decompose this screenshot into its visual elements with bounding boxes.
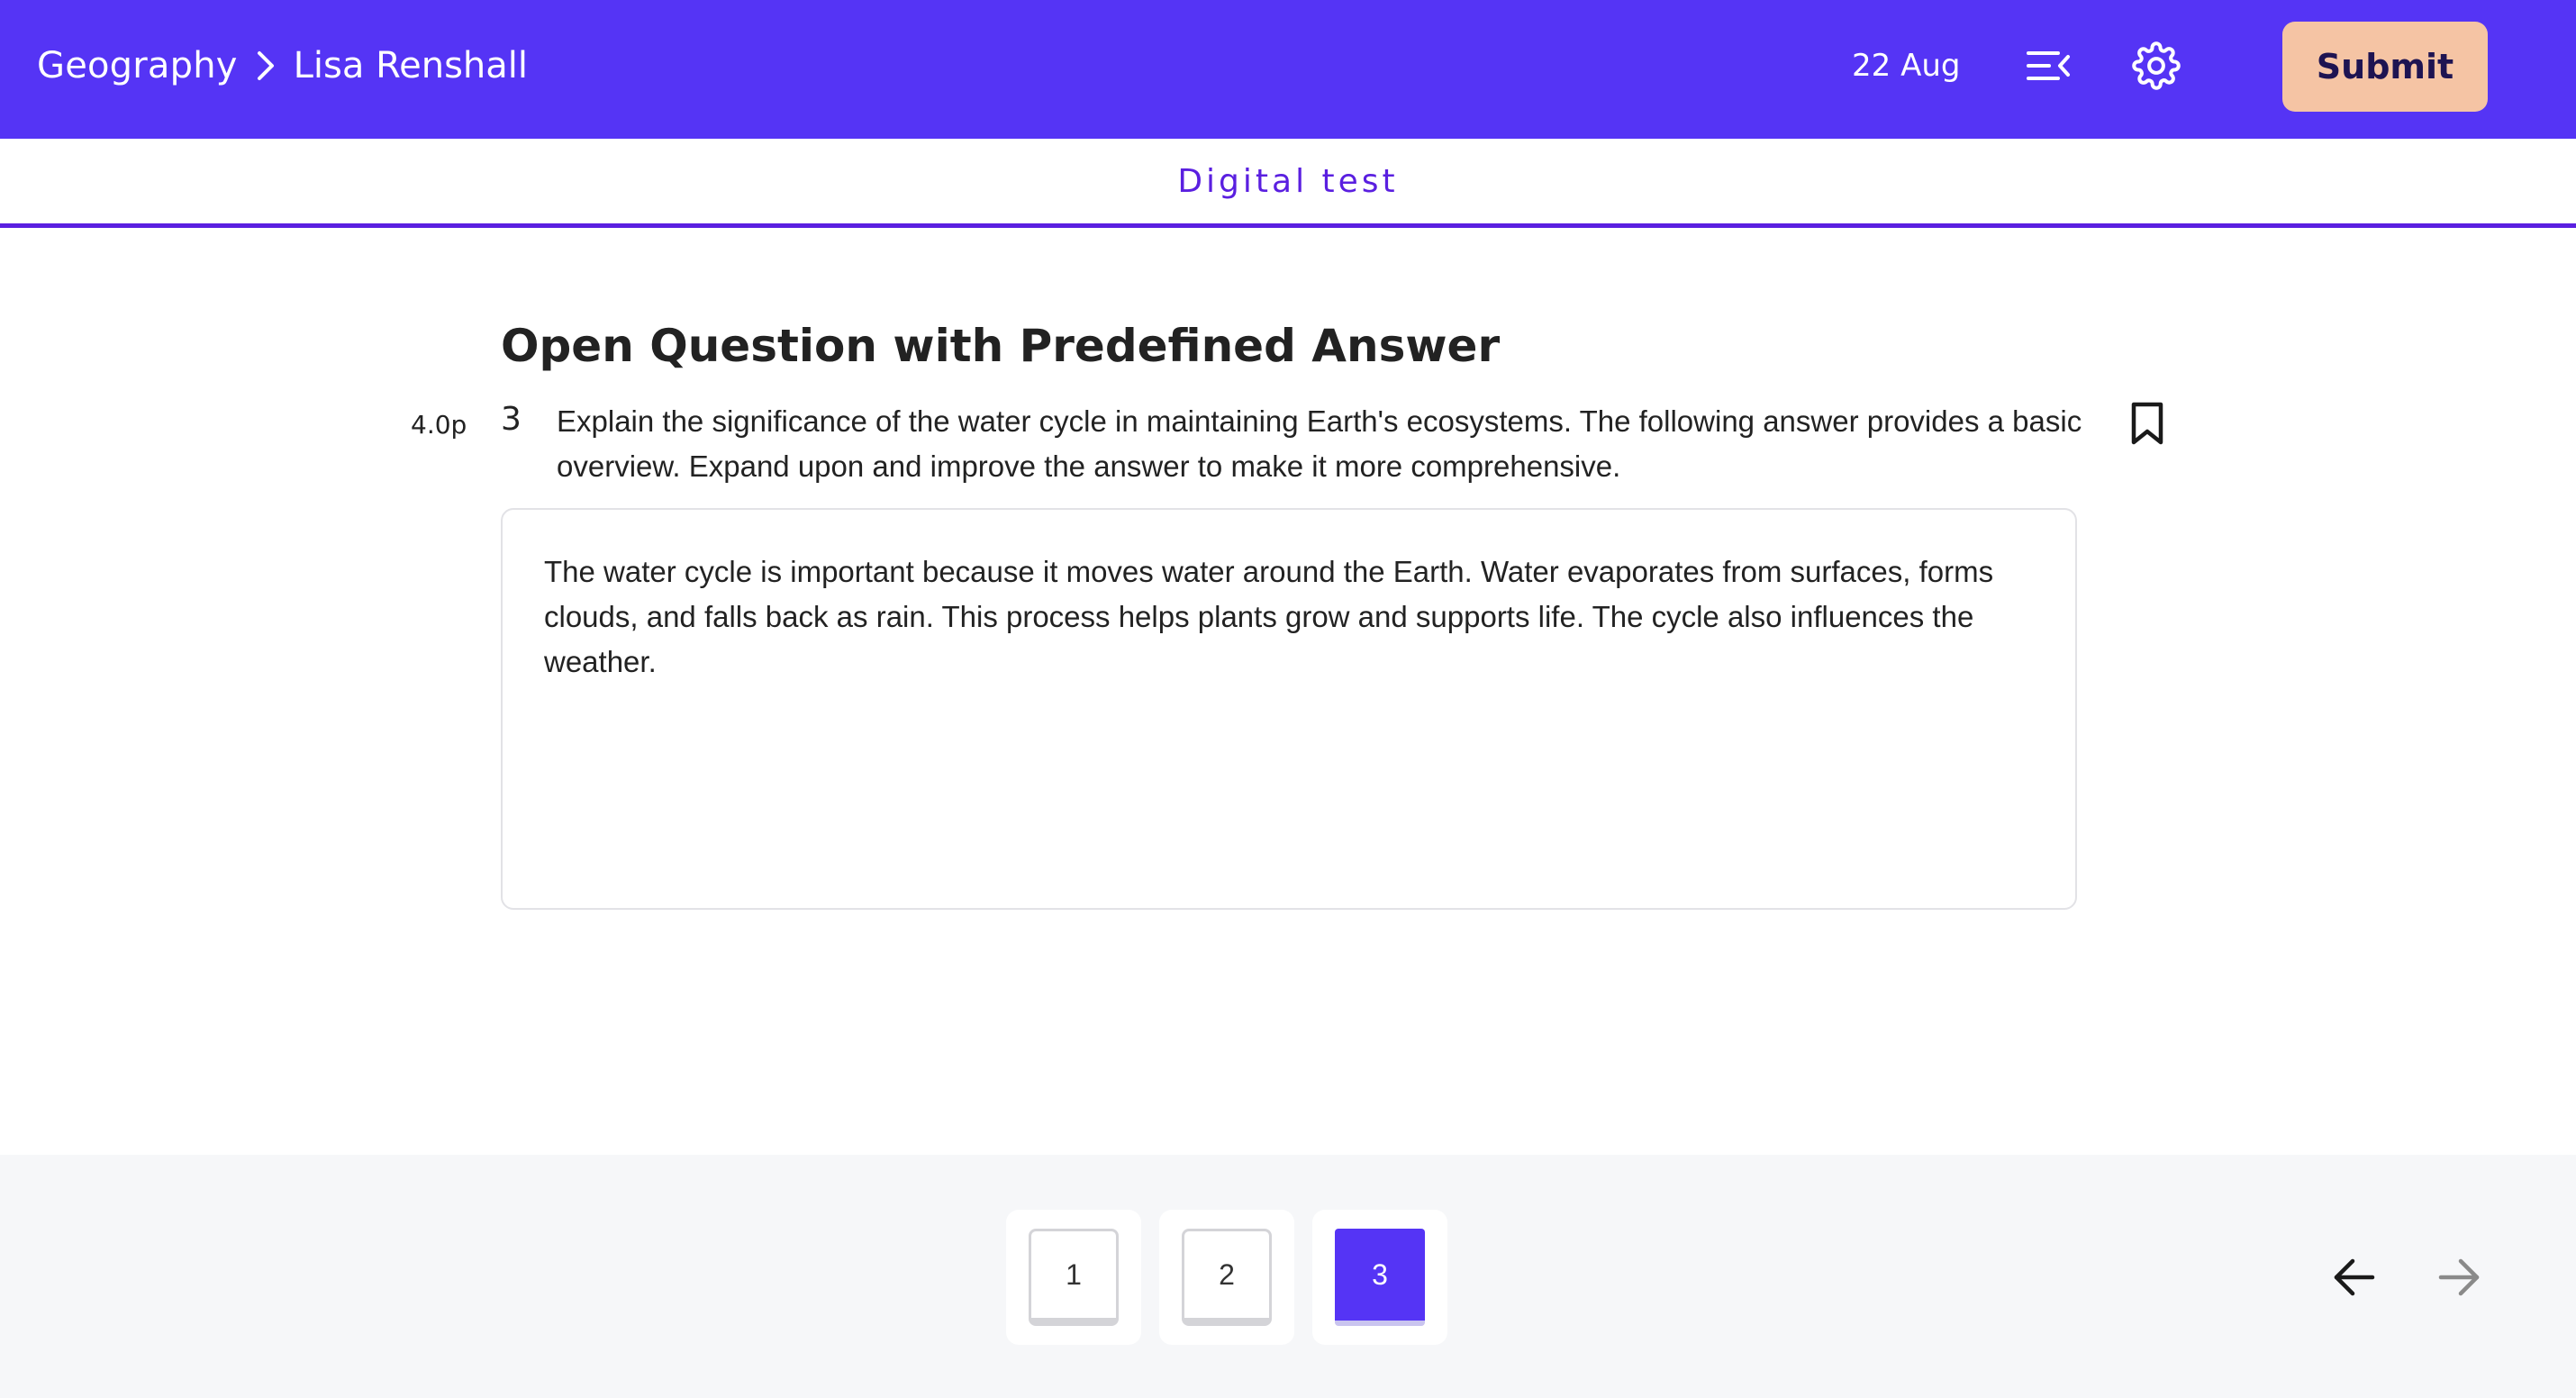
- sub-header: Digital test: [0, 139, 2576, 228]
- breadcrumb-student: Lisa Renshall: [293, 45, 528, 86]
- answer-textarea[interactable]: The water cycle is important because it …: [501, 508, 2077, 910]
- page-button-3[interactable]: 3: [1335, 1229, 1425, 1326]
- question-points: 4.0p: [411, 410, 467, 440]
- arrow-left-icon[interactable]: [2322, 1246, 2385, 1309]
- question-number: 3: [501, 401, 522, 438]
- page-title: Digital test: [1177, 162, 1399, 200]
- page-button-1[interactable]: 1: [1029, 1229, 1119, 1326]
- page-card-3: 3: [1312, 1210, 1447, 1345]
- test-date: 22 Aug: [1852, 48, 1961, 84]
- arrow-right-icon[interactable]: [2428, 1246, 2491, 1309]
- page-card-1: 1: [1006, 1210, 1141, 1345]
- page-card-2: 2: [1159, 1210, 1294, 1345]
- question-text: Explain the significance of the water cy…: [557, 404, 2082, 483]
- gear-icon[interactable]: [2127, 37, 2185, 95]
- submit-button[interactable]: Submit: [2282, 22, 2488, 112]
- collapse-menu-icon[interactable]: [2019, 37, 2077, 95]
- breadcrumb-subject[interactable]: Geography: [37, 45, 238, 86]
- breadcrumb: Geography Lisa Renshall: [37, 0, 528, 132]
- page-button-2[interactable]: 2: [1182, 1229, 1272, 1326]
- top-header: Geography Lisa Renshall 22 Aug Submit: [0, 0, 2576, 139]
- section-title: Open Question with Predefined Answer: [501, 320, 1501, 372]
- bookmark-icon[interactable]: [2124, 398, 2171, 449]
- chevron-right-icon: [256, 50, 276, 81]
